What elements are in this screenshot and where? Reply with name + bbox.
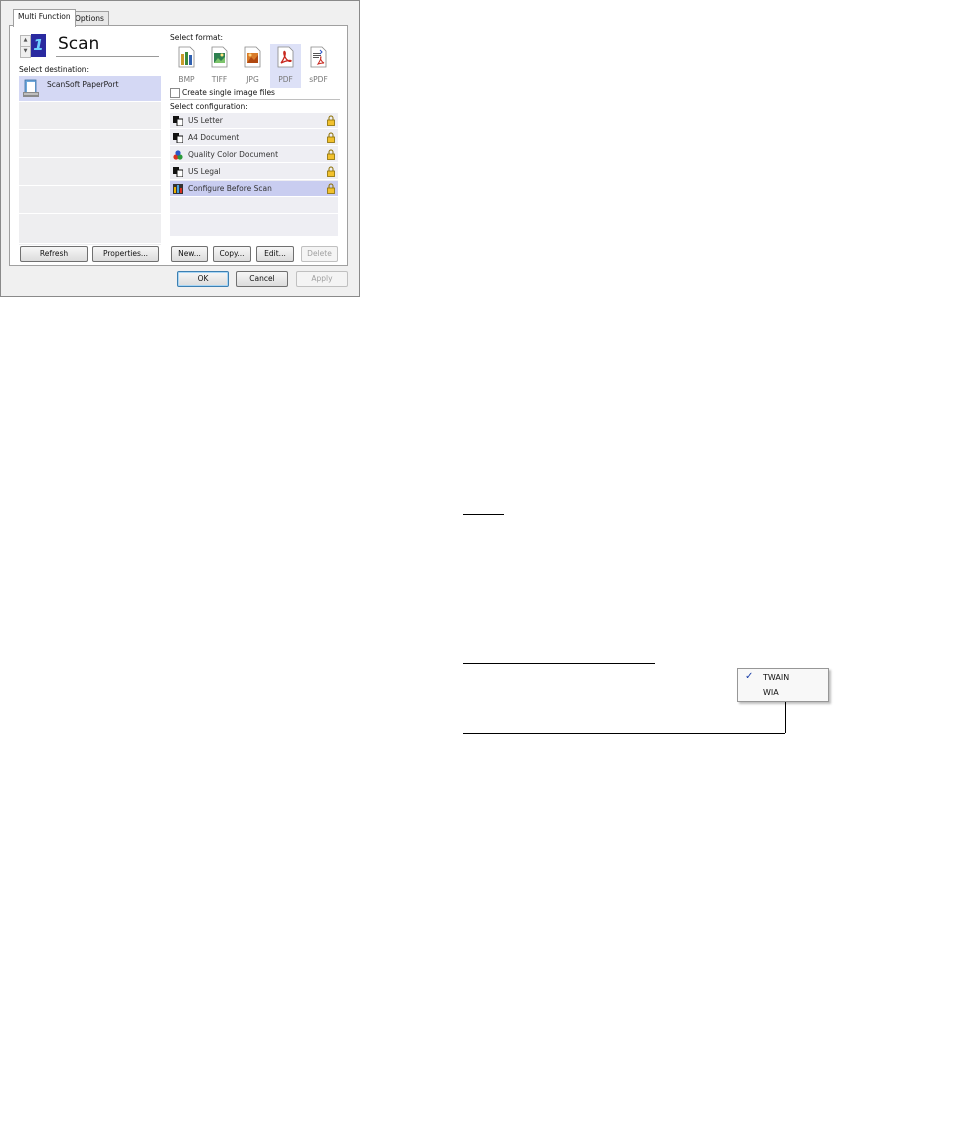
configure-bars-icon — [173, 184, 183, 194]
list-item-empty — [170, 198, 338, 214]
apply-button[interactable]: Apply — [296, 271, 348, 287]
select-configuration-label: Select configuration: — [170, 102, 248, 111]
format-label: PDF — [278, 75, 293, 84]
single-image-label[interactable]: Create single image files — [182, 88, 275, 97]
configuration-name: US Letter — [188, 116, 223, 125]
menu-item-label: TWAIN — [763, 673, 790, 682]
scan-button-title: Scan — [58, 34, 100, 54]
configuration-name: Quality Color Document — [188, 150, 279, 159]
destination-list[interactable]: ScanSoft PaperPort — [19, 76, 161, 245]
lock-icon — [327, 115, 335, 126]
bw-pages-icon — [173, 116, 184, 127]
tab-multi-function[interactable]: Multi Function — [13, 9, 76, 27]
format-pdf[interactable]: PDF — [270, 44, 301, 88]
format-label: BMP — [178, 75, 195, 84]
color-dots-icon — [173, 150, 183, 160]
configuration-list[interactable]: US Letter A4 Document Quality Color Docu… — [170, 113, 338, 237]
configuration-name: US Legal — [188, 167, 221, 176]
jpg-file-icon — [243, 46, 262, 68]
format-spdf[interactable]: sPDF — [303, 44, 334, 88]
callout-line-menu-vertical — [785, 701, 786, 733]
tiff-file-icon — [210, 46, 229, 68]
pdf-file-icon — [276, 46, 295, 68]
format-label: sPDF — [309, 75, 328, 84]
list-item-empty — [170, 215, 338, 237]
single-image-checkbox[interactable] — [170, 88, 180, 98]
callout-line-scan — [463, 514, 504, 515]
list-item-configuration[interactable]: US Legal — [170, 164, 338, 180]
lock-icon — [327, 166, 335, 177]
new-button[interactable]: New... — [171, 246, 208, 262]
destination-name: ScanSoft PaperPort — [47, 80, 119, 89]
paperport-icon — [23, 79, 39, 98]
lock-icon — [327, 183, 335, 194]
bw-pages-icon — [173, 167, 184, 178]
scan-title-underline — [56, 56, 159, 57]
scan-number-badge: 1 — [31, 34, 46, 57]
format-jpg[interactable]: JPG — [237, 44, 268, 88]
scanner-properties-dialog: Multi Function Options ▲ ▼ 1 Scan Select… — [0, 0, 360, 297]
list-item-empty — [19, 104, 161, 130]
configuration-name: A4 Document — [188, 133, 240, 142]
format-label: TIFF — [211, 75, 228, 84]
edit-button[interactable]: Edit... — [256, 246, 294, 262]
copy-button[interactable]: Copy... — [213, 246, 251, 262]
bmp-file-icon — [177, 46, 196, 68]
format-divider — [170, 99, 340, 100]
format-bmp[interactable]: BMP — [171, 44, 202, 88]
spinner-down-icon[interactable]: ▼ — [20, 46, 31, 58]
tab-options[interactable]: Options — [70, 11, 109, 26]
bw-pages-icon — [173, 133, 184, 144]
lock-icon — [327, 149, 335, 160]
multi-function-panel: ▲ ▼ 1 Scan Select destination: ScanSoft … — [9, 25, 348, 266]
list-item-configuration[interactable]: Quality Color Document — [170, 147, 338, 163]
refresh-button[interactable]: Refresh — [20, 246, 88, 262]
format-tiff[interactable]: TIFF — [204, 44, 235, 88]
configuration-name: Configure Before Scan — [188, 184, 272, 193]
twain-wia-context-menu: ✓ TWAIN WIA — [737, 668, 829, 702]
cancel-button[interactable]: Cancel — [236, 271, 288, 287]
list-item-configuration[interactable]: US Letter — [170, 113, 338, 129]
delete-button[interactable]: Delete — [301, 246, 338, 262]
list-item-configuration[interactable]: A4 Document — [170, 130, 338, 146]
scan-spinner[interactable]: ▲ ▼ — [20, 35, 31, 58]
menu-item-label: WIA — [763, 688, 779, 697]
checkmark-icon: ✓ — [745, 671, 754, 682]
select-destination-label: Select destination: — [19, 65, 90, 74]
format-label: JPG — [246, 75, 259, 84]
format-panel: BMP TIFF JPG PDF sPDF — [170, 30, 340, 88]
list-item-configuration-selected[interactable]: Configure Before Scan — [170, 181, 338, 197]
callout-line-configure — [463, 663, 655, 664]
lock-icon — [327, 132, 335, 143]
list-item-empty — [19, 216, 161, 244]
callout-line-menu — [463, 733, 785, 734]
spdf-file-icon — [309, 46, 328, 68]
menu-item-twain[interactable]: ✓ TWAIN — [738, 670, 828, 685]
list-item-empty — [19, 132, 161, 158]
list-item-empty — [19, 160, 161, 186]
list-item-destination[interactable]: ScanSoft PaperPort — [19, 76, 161, 102]
properties-button[interactable]: Properties... — [92, 246, 159, 262]
ok-button[interactable]: OK — [177, 271, 229, 287]
list-item-empty — [19, 188, 161, 214]
menu-item-wia[interactable]: WIA — [738, 685, 828, 700]
